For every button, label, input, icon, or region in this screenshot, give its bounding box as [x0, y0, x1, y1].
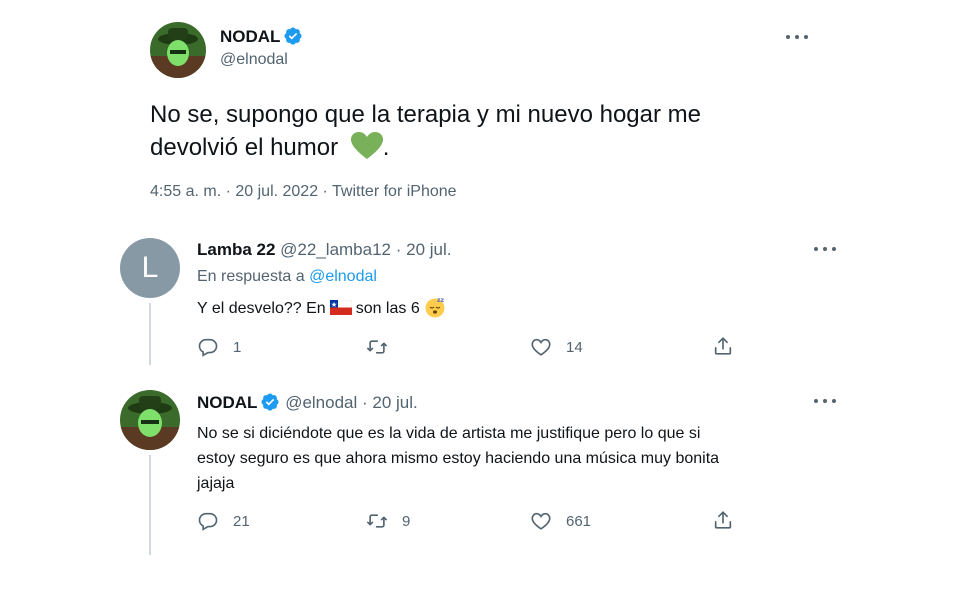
author-name[interactable]: NODAL	[220, 27, 280, 46]
tweet-text: No se, supongo que la terapia y mi nuevo…	[150, 98, 701, 164]
reply-to-line: En respuesta a @elnodal	[197, 268, 377, 286]
share-icon	[714, 511, 732, 529]
svg-text:zz: zz	[437, 297, 444, 304]
reply-header: Lamba 22 @22_lamba12 · 20 jul.	[197, 240, 452, 260]
author-avatar[interactable]	[150, 22, 206, 78]
reply-avatar[interactable]: L	[120, 238, 180, 298]
reply-text-line: jajaja	[197, 475, 235, 492]
reply-text-part: Y el desvelo?? En	[197, 300, 326, 317]
reply-author-name[interactable]: Lamba 22	[197, 240, 275, 259]
reply-action[interactable]: 21	[197, 510, 250, 532]
sleeping-face-icon: zz	[425, 297, 445, 318]
retweet-count: 9	[402, 512, 411, 530]
reply-text: No se si diciéndote que es la vida de ar…	[197, 421, 719, 496]
more-options-icon[interactable]	[786, 35, 808, 41]
share-action[interactable]	[712, 509, 748, 531]
avatar-letter: L	[141, 251, 159, 284]
reply-header: NODAL @elnodal · 20 jul.	[197, 392, 418, 413]
reply-date[interactable]: · 20 jul.	[396, 240, 452, 259]
share-icon	[714, 337, 732, 355]
reply-text-part: son las 6	[355, 300, 420, 317]
like-action[interactable]: 14	[530, 336, 583, 358]
retweet-action[interactable]	[366, 336, 402, 358]
reply-author-handle[interactable]: @22_lamba12	[280, 240, 391, 259]
reply-text: Y el desvelo?? En son las 6 zz	[197, 296, 446, 318]
reply-icon	[198, 512, 218, 531]
more-options-icon[interactable]	[814, 399, 836, 405]
author-handle[interactable]: @elnodal	[220, 51, 288, 69]
like-count: 14	[566, 338, 583, 356]
reply-icon	[198, 338, 218, 357]
reply-date[interactable]: · 20 jul.	[362, 393, 418, 412]
reply-to-prefix: En respuesta a	[197, 268, 305, 285]
author-name-row: NODAL	[220, 26, 303, 47]
thread-line	[149, 303, 151, 365]
reply-count: 1	[233, 338, 242, 356]
reply-text-line: estoy seguro es que ahora mismo estoy ha…	[197, 450, 720, 467]
like-action[interactable]: 661	[530, 510, 591, 532]
retweet-action[interactable]: 9	[366, 510, 410, 532]
tweet-text-line: No se, supongo que la terapia y mi nuevo…	[150, 101, 702, 128]
chile-flag-icon	[329, 300, 352, 315]
reply-avatar[interactable]	[120, 390, 180, 450]
like-count: 661	[566, 512, 592, 530]
reply-action[interactable]: 1	[197, 336, 241, 358]
tweet-text-span: devolvió el humor	[150, 134, 339, 161]
green-heart-icon	[350, 132, 383, 159]
retweet-icon	[366, 514, 388, 528]
share-action[interactable]	[712, 335, 748, 357]
reply-author-name[interactable]: NODAL	[197, 393, 257, 412]
tweet-meta[interactable]: 4:55 a. m. · 20 jul. 2022 · Twitter for …	[150, 183, 457, 201]
reply-to-handle[interactable]: @elnodal	[309, 268, 377, 285]
retweet-icon	[366, 340, 388, 354]
heart-icon	[531, 512, 551, 530]
tweet-text-line: devolvió el humor .	[150, 131, 701, 164]
reply-author-handle[interactable]: @elnodal	[285, 393, 357, 412]
reply-text-line: No se si diciéndote que es la vida de ar…	[197, 425, 701, 442]
verified-badge-icon	[284, 27, 302, 45]
more-options-icon[interactable]	[814, 247, 836, 253]
heart-icon	[531, 338, 551, 356]
thread-line	[149, 455, 151, 555]
tweet-text-trailing: .	[382, 134, 390, 161]
verified-badge-icon	[261, 393, 279, 411]
reply-count: 21	[233, 512, 250, 530]
